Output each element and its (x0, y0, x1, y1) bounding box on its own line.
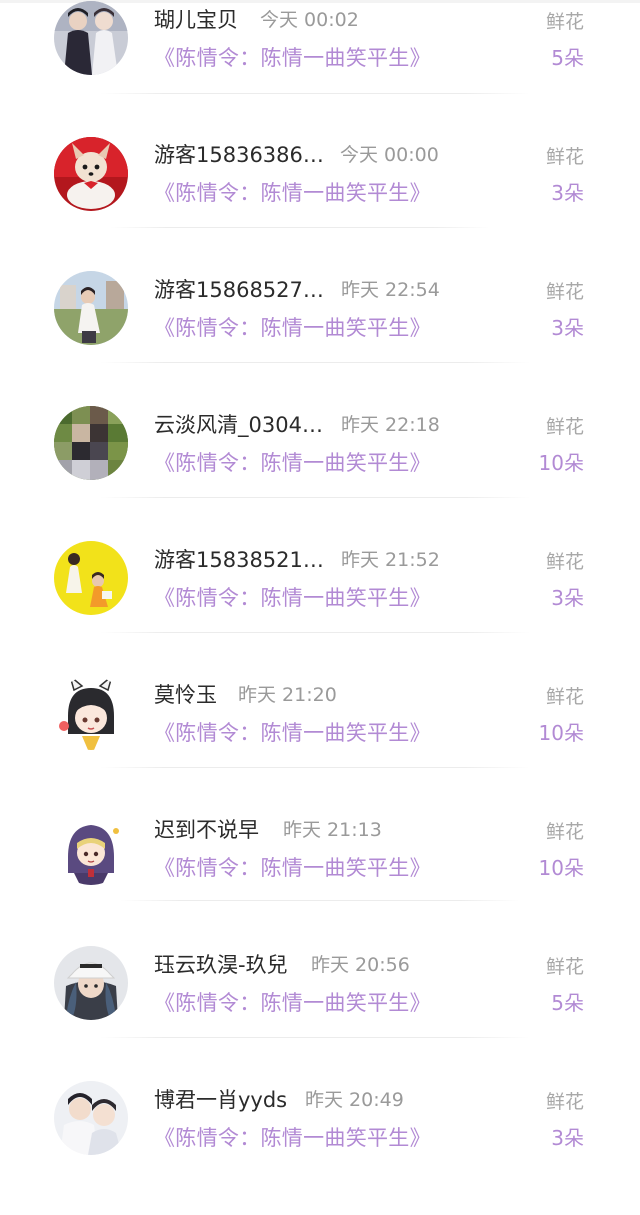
item-divider (100, 497, 530, 498)
gift-count: 5朵 (551, 46, 584, 70)
item-divider (100, 362, 530, 363)
gift-count: 10朵 (538, 721, 584, 745)
gift-type: 鲜花 (545, 146, 584, 168)
two-men-photo-avatar[interactable] (54, 1081, 128, 1155)
timestamp: 今天 00:00 (340, 144, 439, 166)
list-item[interactable]: 游客15838521… 昨天 21:52 《陈情令：陈情一曲笑平生》 鲜花 3朵 (0, 540, 640, 675)
gift-type: 鲜花 (545, 281, 584, 303)
timestamp: 昨天 21:52 (341, 549, 440, 571)
gift-type: 鲜花 (545, 551, 584, 573)
timestamp: 昨天 21:13 (283, 819, 382, 841)
user-name[interactable]: 游客15868527… (154, 277, 324, 303)
user-name[interactable]: 游客15836386… (154, 142, 324, 168)
timestamp: 今天 00:02 (260, 9, 359, 31)
user-name[interactable]: 云淡风清_0304… (154, 412, 323, 438)
gift-count: 3朵 (551, 1126, 584, 1150)
yellow-background-child-avatar[interactable] (54, 541, 128, 615)
gift-type: 鲜花 (545, 686, 584, 708)
gift-type: 鲜花 (545, 1091, 584, 1113)
book-title[interactable]: 《陈情令：陈情一曲笑平生》 (154, 315, 431, 341)
timestamp: 昨天 22:18 (341, 414, 440, 436)
list-item[interactable]: 珏云玖淏-玖兒 昨天 20:56 《陈情令：陈情一曲笑平生》 鲜花 5朵 (0, 945, 640, 1080)
book-title[interactable]: 《陈情令：陈情一曲笑平生》 (154, 180, 431, 206)
list-item[interactable]: 莫怜玉 昨天 21:20 《陈情令：陈情一曲笑平生》 鲜花 10朵 (0, 675, 640, 810)
gift-count: 10朵 (538, 856, 584, 880)
user-name[interactable]: 莫怜玉 (154, 682, 217, 708)
list-item[interactable]: 云淡风清_0304… 昨天 22:18 《陈情令：陈情一曲笑平生》 鲜花 10朵 (0, 405, 640, 540)
gift-type: 鲜花 (545, 956, 584, 978)
list-item[interactable]: 游客15868527… 昨天 22:54 《陈情令：陈情一曲笑平生》 鲜花 3朵 (0, 270, 640, 405)
book-title[interactable]: 《陈情令：陈情一曲笑平生》 (154, 1125, 431, 1151)
user-name[interactable]: 珏云玖淏-玖兒 (154, 952, 288, 978)
list-item[interactable]: 博君一肖yyds 昨天 20:49 《陈情令：陈情一曲笑平生》 鲜花 3朵 (0, 1080, 640, 1215)
list-item[interactable]: 瑚儿宝贝 今天 00:02 《陈情令：陈情一曲笑平生》 鲜花 5朵 (0, 0, 640, 135)
book-title[interactable]: 《陈情令：陈情一曲笑平生》 (154, 450, 431, 476)
timestamp: 昨天 22:54 (341, 279, 440, 301)
hooded-chibi-avatar[interactable] (54, 811, 128, 885)
cap-girl-avatar[interactable] (54, 946, 128, 1020)
gift-type: 鲜花 (545, 821, 584, 843)
gift-record-list: 瑚儿宝贝 今天 00:02 《陈情令：陈情一曲笑平生》 鲜花 5朵 游客1583… (0, 0, 640, 1162)
outdoor-person-avatar[interactable] (54, 271, 128, 345)
book-title[interactable]: 《陈情令：陈情一曲笑平生》 (154, 585, 431, 611)
item-divider (100, 1037, 530, 1038)
anime-chibi-avatar[interactable] (54, 676, 128, 750)
couple-photo-avatar[interactable] (54, 1, 128, 75)
gift-type: 鲜花 (545, 416, 584, 438)
gift-count: 3朵 (551, 586, 584, 610)
timestamp: 昨天 20:56 (311, 954, 410, 976)
user-name[interactable]: 瑚儿宝贝 (154, 7, 238, 33)
user-name[interactable]: 游客15838521… (154, 547, 324, 573)
list-item[interactable]: 游客15836386… 今天 00:00 《陈情令：陈情一曲笑平生》 鲜花 3朵 (0, 135, 640, 270)
user-name[interactable]: 博君一肖yyds (154, 1087, 287, 1113)
gift-type: 鲜花 (545, 11, 584, 33)
timestamp: 昨天 21:20 (238, 684, 337, 706)
timestamp: 昨天 20:49 (305, 1089, 404, 1111)
book-title[interactable]: 《陈情令：陈情一曲笑平生》 (154, 990, 431, 1016)
item-divider (100, 632, 530, 633)
book-title[interactable]: 《陈情令：陈情一曲笑平生》 (154, 855, 431, 881)
gift-count: 3朵 (551, 316, 584, 340)
book-title[interactable]: 《陈情令：陈情一曲笑平生》 (154, 45, 431, 71)
book-title[interactable]: 《陈情令：陈情一曲笑平生》 (154, 720, 431, 746)
gift-count: 5朵 (551, 991, 584, 1015)
list-item[interactable]: 迟到不说早 昨天 21:13 《陈情令：陈情一曲笑平生》 鲜花 10朵 (0, 810, 640, 945)
gift-count: 10朵 (538, 451, 584, 475)
item-divider (100, 767, 530, 768)
puppy-in-teacup-avatar[interactable] (54, 137, 128, 211)
item-divider (110, 227, 490, 228)
item-divider (120, 900, 520, 901)
gift-count: 3朵 (551, 181, 584, 205)
user-name[interactable]: 迟到不说早 (154, 817, 259, 843)
pixelated-person-avatar[interactable] (54, 406, 128, 480)
item-divider (100, 93, 530, 94)
